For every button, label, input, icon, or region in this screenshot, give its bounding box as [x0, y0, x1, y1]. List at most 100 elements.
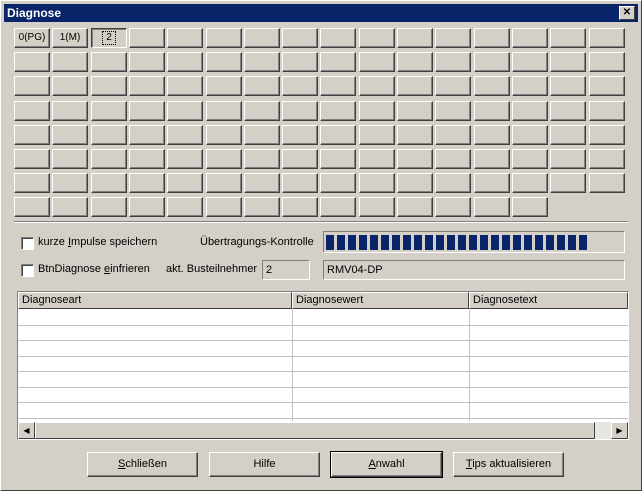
grid-cell[interactable]: [91, 149, 127, 169]
grid-cell[interactable]: [167, 125, 203, 145]
close-button[interactable]: Schließen: [87, 452, 198, 477]
grid-cell[interactable]: [474, 149, 510, 169]
grid-cell[interactable]: [512, 149, 548, 169]
grid-cell[interactable]: [397, 173, 433, 193]
column-header-diagnoseart[interactable]: Diagnoseart: [18, 292, 292, 309]
grid-cell[interactable]: [282, 28, 318, 48]
grid-cell[interactable]: [206, 101, 242, 121]
scroll-thumb[interactable]: [35, 422, 595, 439]
grid-cell[interactable]: [397, 101, 433, 121]
grid-cell[interactable]: [52, 125, 88, 145]
grid-cell[interactable]: [359, 52, 395, 72]
grid-cell[interactable]: [474, 28, 510, 48]
grid-cell[interactable]: [589, 52, 625, 72]
grid-cell-1[interactable]: 1(M): [52, 28, 88, 48]
grid-cell[interactable]: [206, 52, 242, 72]
close-window-button[interactable]: ✕: [619, 6, 635, 20]
grid-cell[interactable]: [397, 52, 433, 72]
grid-cell[interactable]: [512, 173, 548, 193]
select-button[interactable]: Anwahl: [330, 451, 443, 478]
grid-cell[interactable]: [129, 173, 165, 193]
grid-cell[interactable]: [14, 125, 50, 145]
grid-cell[interactable]: [397, 125, 433, 145]
grid-cell[interactable]: [474, 125, 510, 145]
grid-cell[interactable]: [14, 197, 50, 217]
grid-cell[interactable]: [282, 101, 318, 121]
grid-cell[interactable]: [52, 52, 88, 72]
grid-cell[interactable]: [589, 28, 625, 48]
grid-cell[interactable]: [91, 125, 127, 145]
grid-cell[interactable]: [282, 173, 318, 193]
kurze-impulse-checkbox[interactable]: [21, 237, 34, 250]
grid-cell[interactable]: [52, 197, 88, 217]
grid-cell[interactable]: [512, 125, 548, 145]
btndiagnose-label[interactable]: BtnDiagnose einfrieren: [38, 263, 150, 275]
grid-cell[interactable]: [512, 101, 548, 121]
grid-cell[interactable]: [397, 197, 433, 217]
grid-cell[interactable]: [435, 76, 471, 96]
grid-cell[interactable]: [550, 76, 586, 96]
grid-cell[interactable]: [320, 28, 356, 48]
grid-cell[interactable]: [244, 28, 280, 48]
grid-cell[interactable]: [435, 52, 471, 72]
grid-cell[interactable]: [320, 52, 356, 72]
grid-cell[interactable]: [129, 197, 165, 217]
btndiagnose-checkbox[interactable]: [21, 264, 34, 277]
grid-cell[interactable]: [206, 76, 242, 96]
grid-cell[interactable]: [359, 173, 395, 193]
grid-cell[interactable]: [397, 28, 433, 48]
grid-cell[interactable]: [167, 76, 203, 96]
grid-cell[interactable]: [91, 52, 127, 72]
grid-cell[interactable]: [167, 101, 203, 121]
grid-cell[interactable]: [474, 52, 510, 72]
column-header-diagnosewert[interactable]: Diagnosewert: [292, 292, 469, 309]
grid-cell[interactable]: [167, 28, 203, 48]
grid-cell[interactable]: [550, 28, 586, 48]
grid-cell[interactable]: [550, 173, 586, 193]
grid-cell[interactable]: [589, 125, 625, 145]
grid-cell[interactable]: [359, 28, 395, 48]
grid-cell[interactable]: [512, 52, 548, 72]
grid-cell[interactable]: [474, 76, 510, 96]
grid-cell[interactable]: [589, 76, 625, 96]
grid-cell[interactable]: [320, 125, 356, 145]
grid-cell[interactable]: [435, 125, 471, 145]
grid-cell[interactable]: [474, 101, 510, 121]
grid-cell[interactable]: [282, 149, 318, 169]
grid-cell[interactable]: [206, 173, 242, 193]
grid-cell[interactable]: [129, 28, 165, 48]
grid-cell[interactable]: [129, 101, 165, 121]
grid-cell[interactable]: [512, 76, 548, 96]
grid-cell[interactable]: [282, 52, 318, 72]
grid-cell[interactable]: [244, 76, 280, 96]
grid-cell[interactable]: [244, 197, 280, 217]
grid-cell[interactable]: [244, 173, 280, 193]
grid-cell[interactable]: [206, 125, 242, 145]
scroll-right-button[interactable]: ▶: [611, 422, 628, 439]
grid-cell[interactable]: [167, 197, 203, 217]
grid-cell[interactable]: [474, 197, 510, 217]
grid-cell[interactable]: [206, 197, 242, 217]
grid-cell[interactable]: [244, 149, 280, 169]
grid-cell[interactable]: [550, 149, 586, 169]
grid-cell[interactable]: [320, 173, 356, 193]
grid-cell[interactable]: [397, 149, 433, 169]
grid-cell[interactable]: [589, 173, 625, 193]
grid-cell[interactable]: [359, 197, 395, 217]
grid-cell[interactable]: [91, 76, 127, 96]
grid-cell[interactable]: [52, 76, 88, 96]
grid-cell[interactable]: [512, 28, 548, 48]
grid-cell[interactable]: [91, 173, 127, 193]
grid-cell[interactable]: [52, 149, 88, 169]
grid-cell[interactable]: [91, 101, 127, 121]
grid-cell[interactable]: [474, 173, 510, 193]
grid-cell[interactable]: [550, 125, 586, 145]
horizontal-scrollbar[interactable]: ◀ ▶: [18, 422, 628, 439]
grid-cell-0[interactable]: 0(PG): [14, 28, 50, 48]
grid-cell[interactable]: [14, 173, 50, 193]
grid-cell[interactable]: [244, 125, 280, 145]
grid-cell[interactable]: [435, 28, 471, 48]
grid-cell[interactable]: [282, 197, 318, 217]
grid-cell[interactable]: [435, 149, 471, 169]
kurze-impulse-label[interactable]: kurze Impulse speichern: [38, 236, 157, 248]
